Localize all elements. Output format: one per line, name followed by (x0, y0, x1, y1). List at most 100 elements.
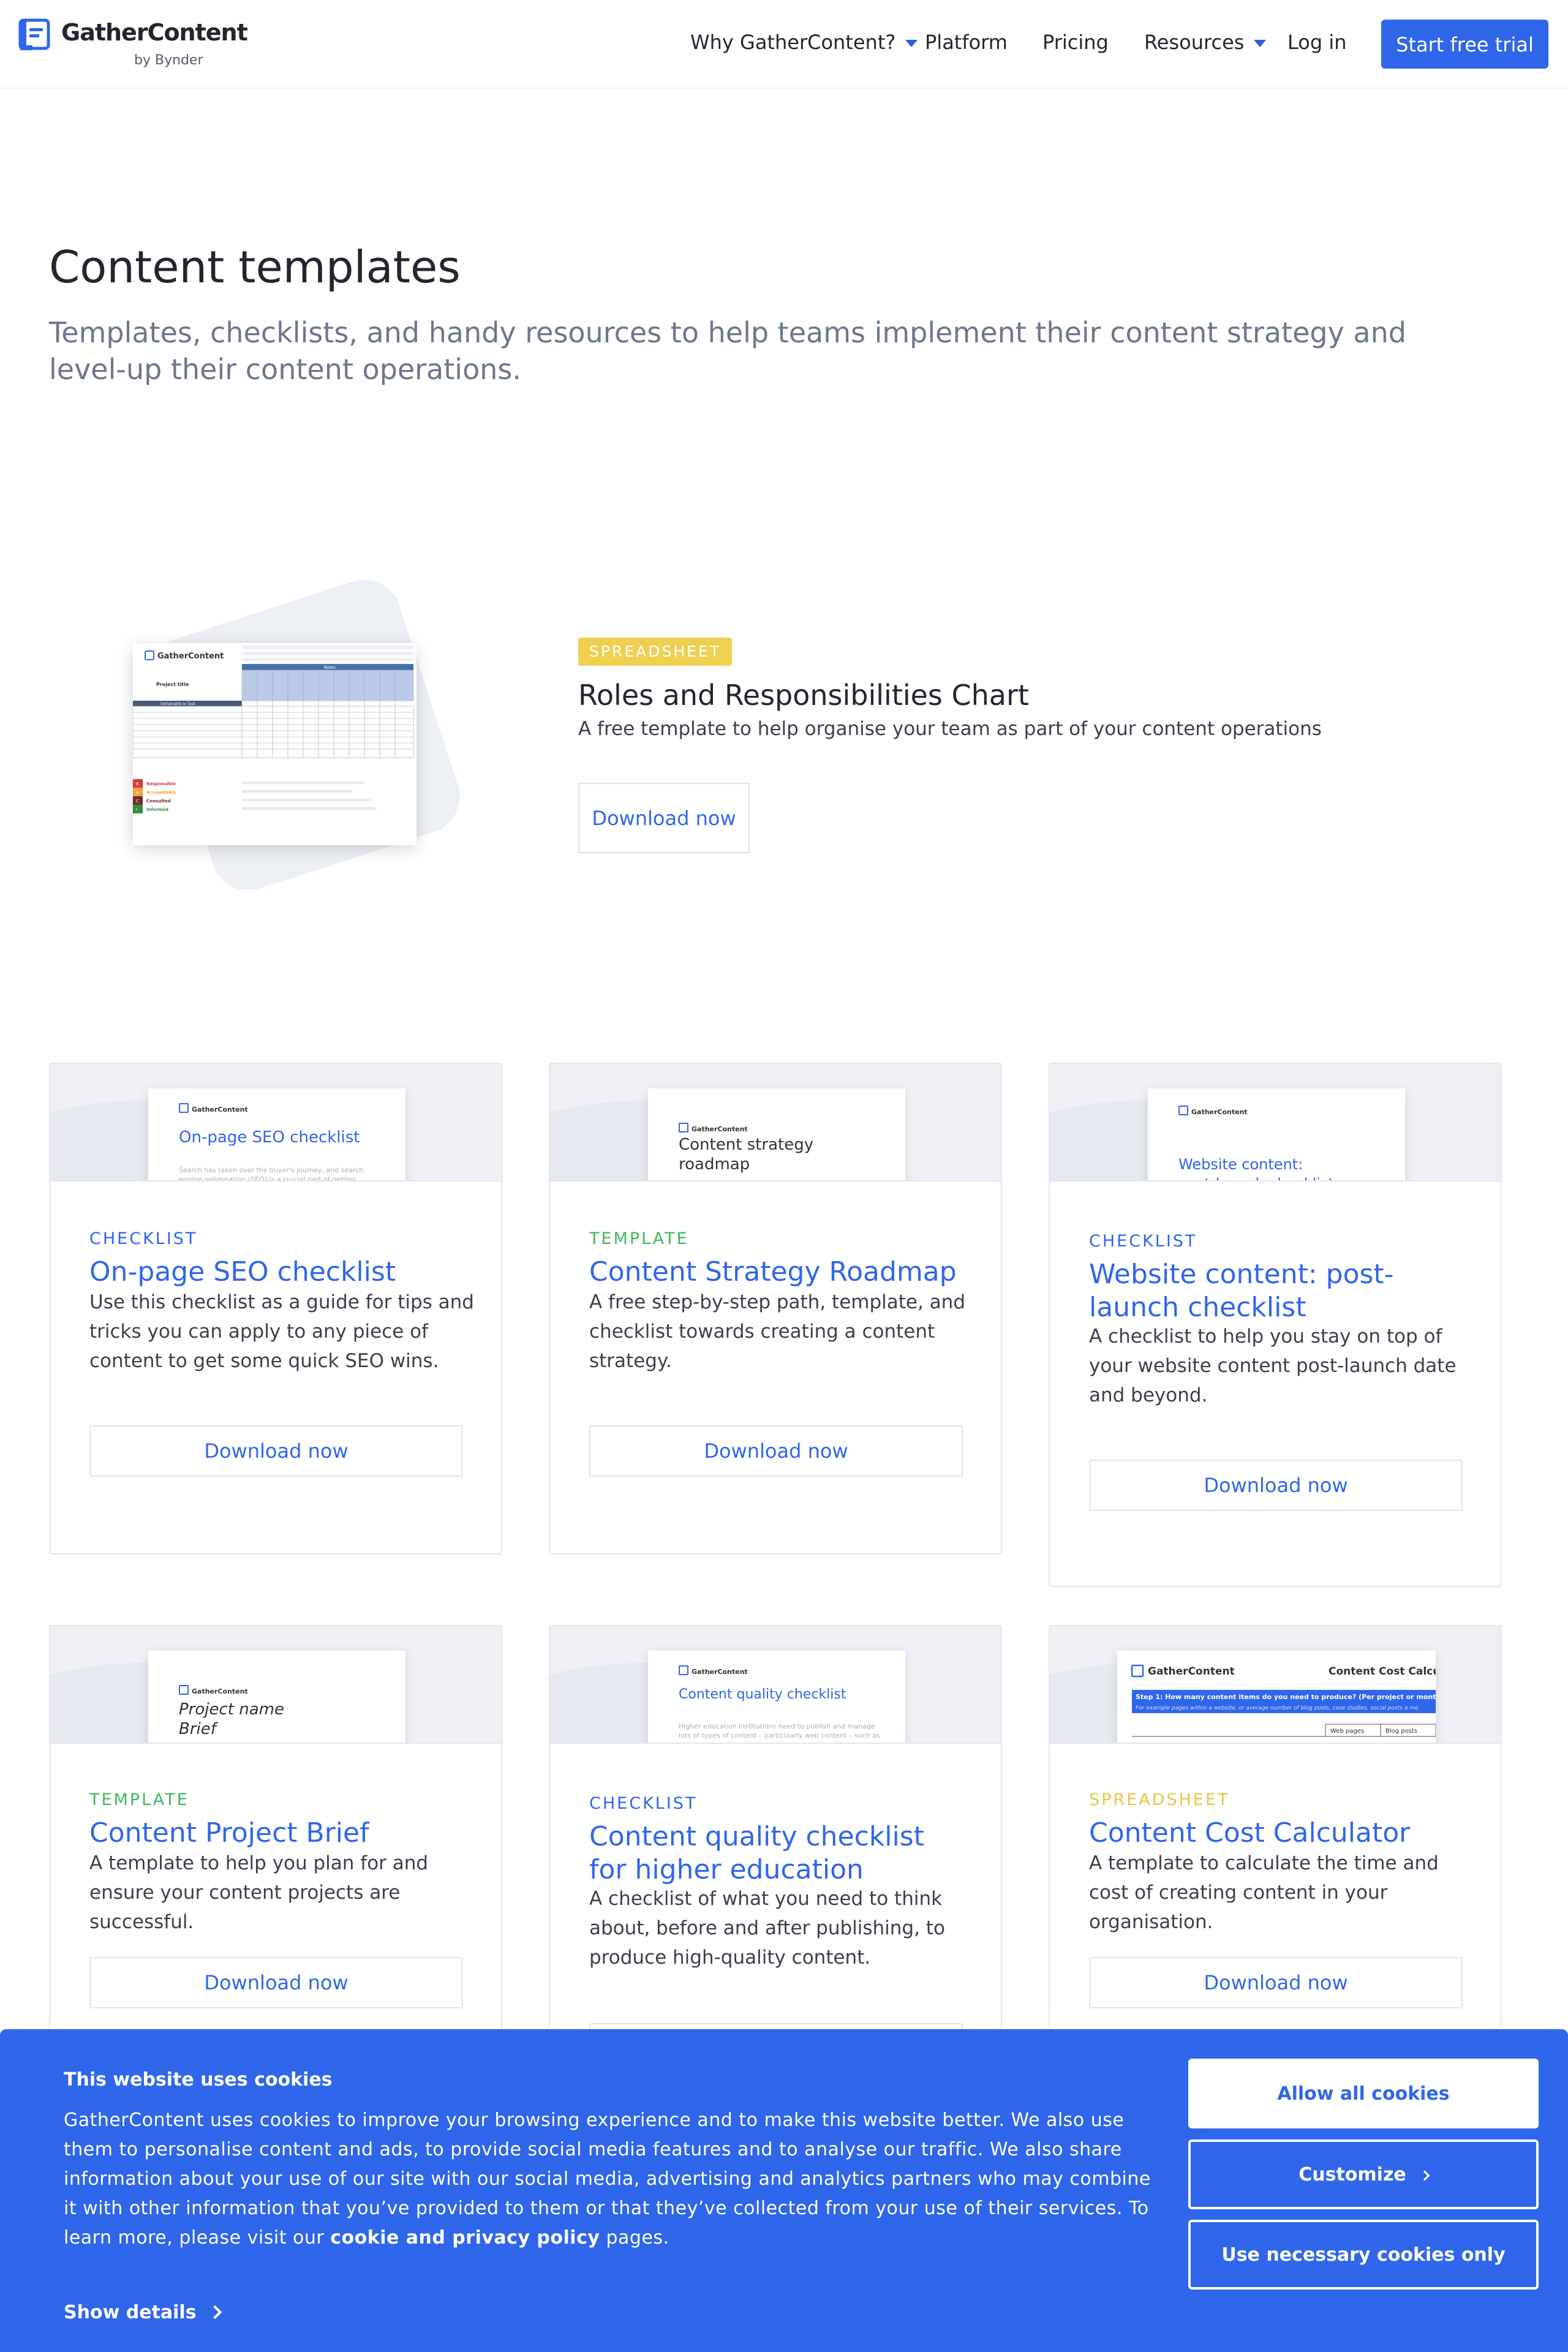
card-title[interactable]: Content quality checklist for higher edu… (589, 1820, 969, 1887)
nav-login[interactable]: Log in (1287, 31, 1347, 54)
customize-label: Customize (1298, 2163, 1406, 2185)
nav-resources-label: Resources (1144, 31, 1245, 54)
preview-project-label: Project title (156, 682, 189, 687)
chevron-right-icon (208, 2305, 222, 2320)
card-thumbnail[interactable]: GatherContent Content quality checklist … (550, 1626, 1001, 1744)
chevron-down-icon (905, 40, 918, 47)
card-type-label: CHECKLIST (89, 1229, 198, 1248)
card-title[interactable]: Content Strategy Roadmap (589, 1256, 969, 1289)
legend-label: Accountable (146, 790, 176, 795)
card-title[interactable]: Content Project Brief (89, 1817, 469, 1850)
download-button[interactable]: Download now (1089, 1957, 1463, 2008)
resource-card: GatherContent On-page SEO checklist Sear… (49, 1063, 502, 1555)
logo-subtitle: by Bynder (134, 53, 203, 68)
chevron-down-icon (1254, 40, 1267, 47)
start-free-trial-button[interactable]: Start free trial (1381, 20, 1548, 69)
card-thumbnail[interactable]: GatherContent Project name Brief (50, 1626, 501, 1744)
preview-logo: GatherContent (1178, 1106, 1248, 1116)
chevron-right-icon (1419, 2170, 1430, 2180)
preview-step-sub: For example pages within a website, or a… (1136, 1705, 1419, 1711)
cookie-title: This website uses cookies (64, 2069, 333, 2090)
card-thumbnail[interactable]: GatherContent Content Cost Calculat Step… (1050, 1626, 1501, 1744)
preview-title: Content Cost Calculat (1329, 1665, 1436, 1678)
nav-pricing[interactable]: Pricing (1042, 31, 1109, 54)
nav-resources[interactable]: Resources (1144, 31, 1267, 54)
preview-text: Higher education institutions need to pu… (679, 1722, 880, 1740)
preview-deliverable-header: Deliverable or Task (160, 702, 196, 706)
cookie-text-end: pages. (600, 2227, 669, 2248)
preview-text: Search has taken over the buyer's journe… (179, 1166, 364, 1182)
card-type-label: CHECKLIST (589, 1794, 698, 1813)
logo[interactable]: GatherContent by Bynder (18, 17, 248, 72)
card-thumbnail[interactable]: GatherContent Website content: post-laun… (1050, 1064, 1501, 1182)
preview-logo: GatherContent (179, 1685, 248, 1695)
resource-card: GatherContent Content strategy roadmap T… (549, 1063, 1002, 1555)
legend-letter: A (136, 790, 139, 795)
card-description: A checklist to help you stay on top of y… (1089, 1325, 1457, 1406)
resource-card: GatherContent Project name Brief TEMPLAT… (49, 1625, 502, 2054)
card-type-label: SPREADSHEET (1089, 1790, 1230, 1809)
resource-card: GatherContent Content Cost Calculat Step… (1049, 1625, 1502, 2054)
logo-name: GatherContent (61, 19, 248, 46)
download-button[interactable]: Download now (589, 1425, 963, 1477)
necessary-cookies-button[interactable]: Use necessary cookies only (1188, 2220, 1539, 2290)
card-thumbnail[interactable]: GatherContent On-page SEO checklist Sear… (50, 1064, 501, 1182)
cost-calculator-preview-graphic: GatherContent Content Cost Calculat Step… (1131, 1664, 1436, 1737)
legend-letter: I (136, 807, 137, 812)
legend-label: Responsible (146, 782, 176, 786)
card-thumbnail[interactable]: GatherContent Content strategy roadmap (550, 1064, 1001, 1182)
legend-label: Informed (146, 807, 168, 812)
preview-col: Web pages (1330, 1728, 1364, 1735)
card-description: A checklist of what you need to think ab… (589, 1888, 945, 1969)
customize-cookies-button[interactable]: Customize (1188, 2139, 1539, 2209)
card-preview-doc: GatherContent Website content: post-laun… (1148, 1088, 1405, 1180)
card-type-label: TEMPLATE (89, 1790, 189, 1809)
allow-all-cookies-button[interactable]: Allow all cookies (1188, 2059, 1539, 2128)
download-button[interactable]: Download now (89, 1425, 463, 1477)
preview-logo: GatherContent (679, 1665, 748, 1676)
download-button[interactable]: Download now (1089, 1460, 1463, 1511)
card-preview-doc: GatherContent Content Cost Calculat Step… (1117, 1651, 1436, 1743)
preview-title: Project name Brief (179, 1700, 284, 1738)
card-description: A template to help you plan for and ensu… (89, 1852, 429, 1933)
preview-title: Content quality checklist (679, 1687, 846, 1702)
card-preview-doc: GatherContent Project name Brief (148, 1651, 405, 1743)
cookie-policy-link[interactable]: cookie and privacy policy (330, 2227, 600, 2248)
show-details-link[interactable]: Show details (64, 2302, 222, 2323)
card-description: A free step-by-step path, template, and … (589, 1291, 966, 1372)
card-description: A template to calculate the time and cos… (1089, 1852, 1439, 1933)
nav-why-label: Why GatherContent? (690, 31, 896, 54)
cookie-banner: This website uses cookies GatherContent … (0, 2029, 1568, 2352)
preview-title: Website content: post-launch checklist (1178, 1156, 1334, 1180)
card-type-label: TEMPLATE (589, 1229, 689, 1248)
featured-download-button[interactable]: Download now (578, 783, 750, 853)
preview-step: Step 1: How many content items do you ne… (1136, 1693, 1436, 1701)
card-description: Use this checklist as a guide for tips a… (89, 1291, 474, 1372)
preview-col: Blog posts (1385, 1728, 1417, 1735)
nav-why-gathercontent[interactable]: Why GatherContent? (690, 31, 918, 54)
preview-logo: GatherContent (679, 1123, 748, 1133)
card-type-label: CHECKLIST (1089, 1232, 1197, 1251)
preview-title: On-page SEO checklist (179, 1128, 360, 1147)
nav-platform[interactable]: Platform (925, 31, 1008, 54)
download-button[interactable]: Download now (89, 1957, 463, 2008)
featured-thumbnail[interactable]: GatherContent Project title Roles Delive… (116, 570, 470, 900)
card-title[interactable]: Content Cost Calculator (1089, 1817, 1469, 1850)
page-subtitle: Templates, checklists, and handy resourc… (49, 316, 1406, 386)
featured-badge: SPREADSHEET (578, 638, 732, 666)
preview-logo: GatherContent (179, 1103, 248, 1114)
show-details-label: Show details (64, 2302, 197, 2323)
card-title[interactable]: Website content: post-launch checklist (1089, 1258, 1469, 1324)
card-preview-doc: GatherContent On-page SEO checklist Sear… (148, 1088, 405, 1182)
legend-letter: R (136, 782, 139, 786)
card-preview-doc: GatherContent Content quality checklist … (648, 1651, 905, 1743)
legend-label: Consulted (146, 799, 171, 804)
featured-description: A free template to help organise your te… (578, 718, 1322, 740)
card-title[interactable]: On-page SEO checklist (89, 1256, 469, 1289)
featured-title[interactable]: Roles and Responsibilities Chart (578, 679, 1029, 712)
resource-card: GatherContent Content quality checklist … (549, 1625, 1002, 2054)
resource-card: GatherContent Website content: post-laun… (1049, 1063, 1502, 1587)
preview-logo: GatherContent (1148, 1665, 1235, 1678)
preview-title: Content strategy roadmap (679, 1136, 814, 1174)
page-title: Content templates (49, 241, 461, 293)
